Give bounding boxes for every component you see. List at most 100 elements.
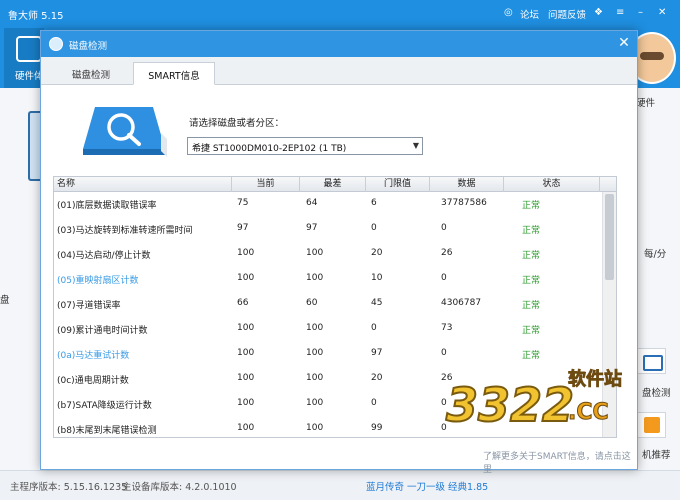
tab-strip: 磁盘检测 SMART信息 [41,57,637,85]
site-watermark: 3322 .CC 软件站 [445,368,622,433]
recommend-label[interactable]: 机推荐 [642,447,671,461]
current-value: 75 [237,198,249,208]
main-titlebar: 鲁大师 5.15 ◎ 论坛 问题反馈 ❖ ≡ – ✕ [0,0,680,28]
disk-select[interactable]: 希捷 ST1000DM010-2EP102 (1 TB) ▼ [187,137,423,155]
status-value: 正常 [522,326,541,336]
attribute-name: (b8)末尾到末尾错误检测 [57,426,157,436]
worst-value: 100 [306,423,324,433]
app-logo-icon [49,37,63,51]
worst-value: 100 [306,323,324,333]
disk-detect-tool[interactable] [636,348,666,374]
threshold-value: 20 [371,248,383,258]
attribute-name: (03)马达旋转到标准转速所需时间 [57,226,193,236]
worst-value: 100 [306,348,324,358]
attribute-name: (07)寻道错误率 [57,301,121,311]
attribute-name: (b7)SATA降级运行计数 [57,401,152,411]
current-value: 66 [237,298,249,308]
threshold-value: 20 [371,373,383,383]
threshold-value: 6 [371,198,377,208]
raw-data: 73 [441,323,453,333]
table-row[interactable]: (01)底层数据读取错误率 75 64 6 37787586 正常 [54,192,602,217]
menu-icon[interactable]: ≡ [616,7,624,19]
disk-detect-label[interactable]: 盘检测 [642,385,671,399]
tab-disk-check[interactable]: 磁盘检测 [51,62,131,85]
close-window-icon[interactable]: ✕ [658,7,666,19]
attribute-name: (0a)马达重试计数 [57,351,130,361]
attribute-name: (01)底层数据读取错误率 [57,201,157,211]
app-title: 鲁大师 5.15 [8,11,64,22]
current-value: 100 [237,398,255,408]
column-header-threshold[interactable]: 门限值 [366,177,430,192]
current-value: 100 [237,373,255,383]
current-value: 100 [237,348,255,358]
program-version: 主程序版本: 5.15.16.1235 [10,482,128,493]
dialog-title: 磁盘检测 [69,41,108,52]
column-header-name[interactable]: 名称 [54,177,232,192]
close-icon[interactable]: ✕ [615,34,633,52]
scrollbar-thumb[interactable] [605,194,614,280]
threshold-value: 0 [371,323,377,333]
dialog-titlebar: 磁盘检测 ✕ [41,31,637,57]
disk-select-value: 希捷 ST1000DM010-2EP102 (1 TB) [192,144,347,154]
column-header-worst[interactable]: 最差 [300,177,366,192]
raw-data: 4306787 [441,298,482,308]
column-header-current[interactable]: 当前 [232,177,300,192]
table-row[interactable]: (03)马达旋转到标准转速所需时间 97 97 0 0 正常 [54,217,602,242]
forum-link[interactable]: 论坛 [520,7,539,21]
attribute-name: (04)马达启动/停止计数 [57,251,151,261]
threshold-value: 99 [371,423,383,433]
rate-label: 每/分 [644,249,667,260]
hardware-check-tool[interactable]: 硬件体 [4,28,44,88]
watermark-domain: .CC [568,400,609,425]
table-header: 名称 当前 最差 门限值 数据 状态 [54,177,616,192]
current-value: 100 [237,273,255,283]
recommend-tool[interactable] [636,412,666,438]
worst-value: 97 [306,223,318,233]
globe-icon[interactable]: ◎ [504,7,513,19]
ad-link[interactable]: 蓝月传奇 一刀一级 经典1.85 [366,479,488,493]
worst-value: 100 [306,248,324,258]
current-value: 97 [237,223,249,233]
threshold-value: 97 [371,348,383,358]
worst-value: 64 [306,198,318,208]
current-value: 100 [237,423,255,433]
column-header-status[interactable]: 状态 [504,177,600,192]
table-row[interactable]: (09)累计通电时间计数 100 100 0 73 正常 [54,317,602,342]
skin-icon[interactable]: ❖ [594,7,603,19]
status-value: 正常 [522,226,541,236]
attribute-name: (05)重映射扇区计数 [57,276,139,286]
library-version: 主设备库版本: 4.2.0.1010 [122,482,237,493]
threshold-value: 10 [371,273,383,283]
learn-more-link[interactable]: 了解更多关于SMART信息，请点击这里 [483,449,637,475]
watermark-site-name: 软件站 [568,368,622,390]
current-value: 100 [237,323,255,333]
raw-data: 37787586 [441,198,487,208]
table-row[interactable]: (04)马达启动/停止计数 100 100 20 26 正常 [54,242,602,267]
raw-data: 0 [441,273,447,283]
minimize-icon[interactable]: – [638,7,643,19]
status-value: 正常 [522,301,541,311]
column-header-data[interactable]: 数据 [430,177,504,192]
worst-value: 100 [306,373,324,383]
select-prompt: 请选择磁盘或者分区： [189,118,285,129]
table-row[interactable]: (07)寻道错误率 66 60 45 4306787 正常 [54,292,602,317]
watermark-number: 3322 [446,378,574,432]
threshold-value: 45 [371,298,383,308]
tab-smart-info[interactable]: SMART信息 [133,62,215,85]
threshold-value: 0 [371,223,377,233]
raw-data: 26 [441,248,453,258]
worst-value: 60 [306,298,318,308]
current-value: 100 [237,248,255,258]
chevron-down-icon[interactable]: ▼ [410,140,422,152]
left-fragment-label: 盘 [0,295,10,306]
status-value: 正常 [522,251,541,261]
attribute-name: (0c)通电周期计数 [57,376,129,386]
status-value: 正常 [522,276,541,286]
status-value: 正常 [522,201,541,211]
table-row[interactable]: (05)重映射扇区计数 100 100 10 0 正常 [54,267,602,292]
feedback-link[interactable]: 问题反馈 [548,7,586,21]
disk-search-icon [83,107,167,157]
worst-value: 100 [306,273,324,283]
worst-value: 100 [306,398,324,408]
raw-data: 0 [441,223,447,233]
